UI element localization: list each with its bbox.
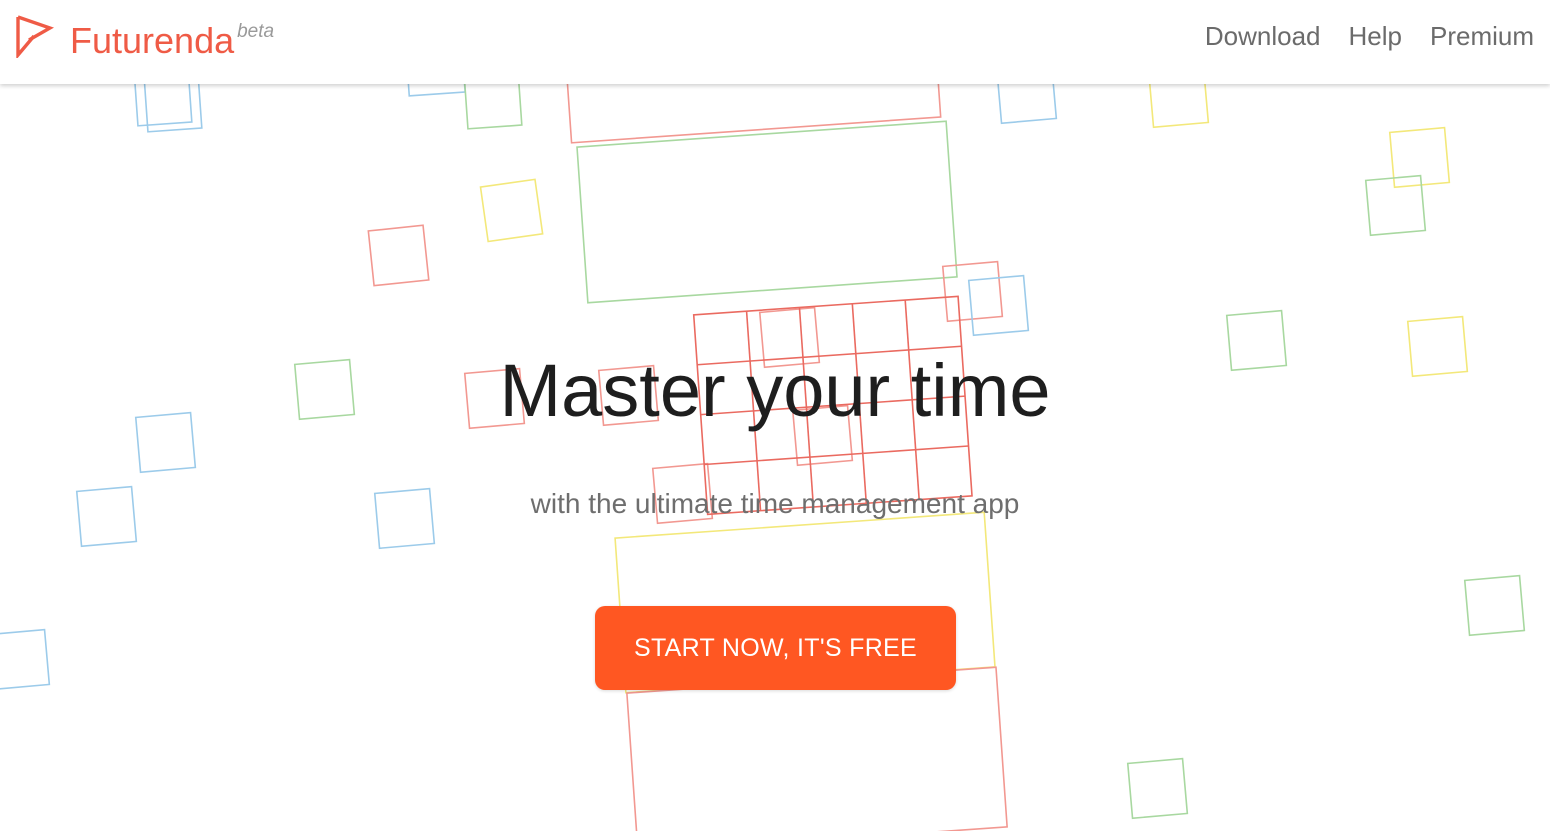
hero-section: Master your time with the ultimate time … <box>0 0 1550 831</box>
futurenda-flag-icon <box>16 15 54 58</box>
brand-home-link[interactable]: Futurenda beta <box>14 14 274 64</box>
beta-badge: beta <box>237 21 275 42</box>
nav-link-help[interactable]: Help <box>1349 19 1402 53</box>
main-nav: Download Help Premium <box>1205 19 1534 53</box>
hero-subtitle: with the ultimate time management app <box>530 488 1020 519</box>
top-navbar: Futurenda beta Download Help Premium <box>0 0 1550 84</box>
nav-link-premium[interactable]: Premium <box>1430 19 1534 53</box>
hero-title: Master your time <box>499 349 1051 432</box>
landing-page: Master your time with the ultimate time … <box>0 0 1550 831</box>
brand-name: Futurenda <box>70 20 235 61</box>
nav-link-download[interactable]: Download <box>1205 19 1321 53</box>
start-now-button[interactable]: START NOW, IT'S FREE <box>595 606 956 690</box>
